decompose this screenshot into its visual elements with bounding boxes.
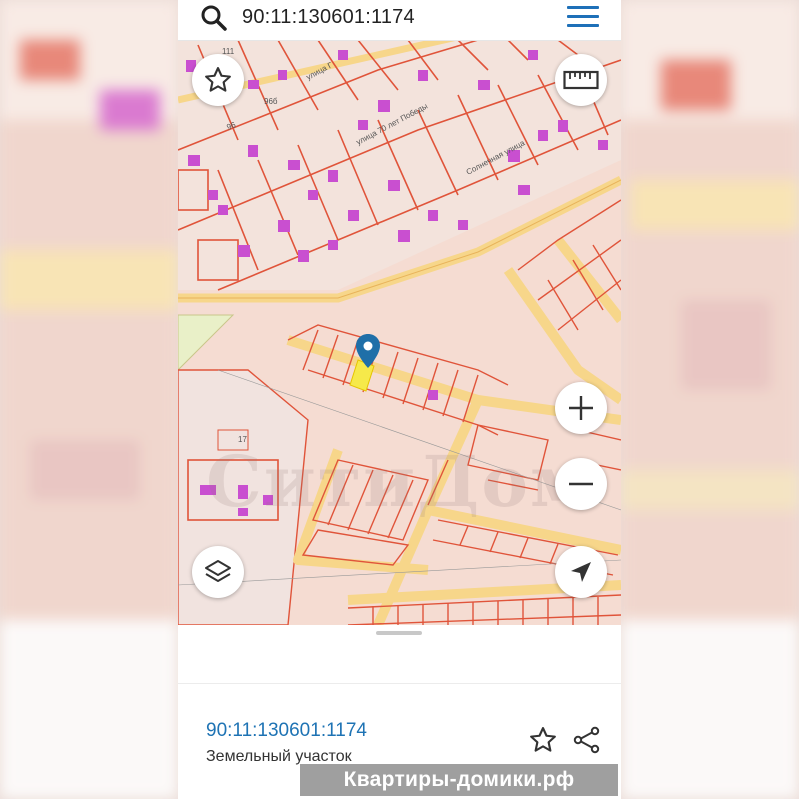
zoom-out-button[interactable] — [555, 458, 607, 510]
minus-icon — [569, 482, 593, 486]
app-window: 90:11:130601:1174 111 96 96б 17 улица 70… — [178, 0, 621, 799]
site-watermark: Квартиры-домики.рф — [300, 764, 618, 796]
navigation-icon — [571, 562, 591, 582]
plus-icon — [569, 396, 593, 420]
cadastral-number[interactable]: 90:11:130601:1174 — [206, 720, 367, 742]
layers-icon — [205, 560, 231, 582]
sheet-handle[interactable] — [376, 631, 422, 635]
share-icon[interactable] — [572, 725, 602, 755]
star-icon[interactable] — [528, 725, 558, 755]
layers-button[interactable] — [192, 546, 244, 598]
locate-button[interactable] — [555, 546, 607, 598]
svg-text:96б: 96б — [264, 97, 278, 106]
search-input[interactable]: 90:11:130601:1174 — [242, 6, 415, 29]
zoom-in-button[interactable] — [555, 382, 607, 434]
ruler-button[interactable] — [555, 54, 607, 106]
star-icon — [205, 67, 231, 92]
search-icon[interactable] — [200, 4, 228, 32]
location-pin-icon[interactable] — [355, 333, 381, 369]
blurred-backdrop-right — [621, 0, 799, 799]
search-bar[interactable]: 90:11:130601:1174 — [178, 0, 621, 41]
map-layer: 111 96 96б 17 улица 70 лет Победы улица … — [178, 40, 621, 625]
cadastral-map[interactable]: 111 96 96б 17 улица 70 лет Победы улица … — [178, 40, 621, 625]
favorite-button[interactable] — [192, 54, 244, 106]
blurred-backdrop-left — [0, 0, 178, 799]
divider — [178, 683, 621, 684]
menu-icon[interactable] — [567, 6, 599, 30]
ruler-icon — [563, 70, 599, 90]
